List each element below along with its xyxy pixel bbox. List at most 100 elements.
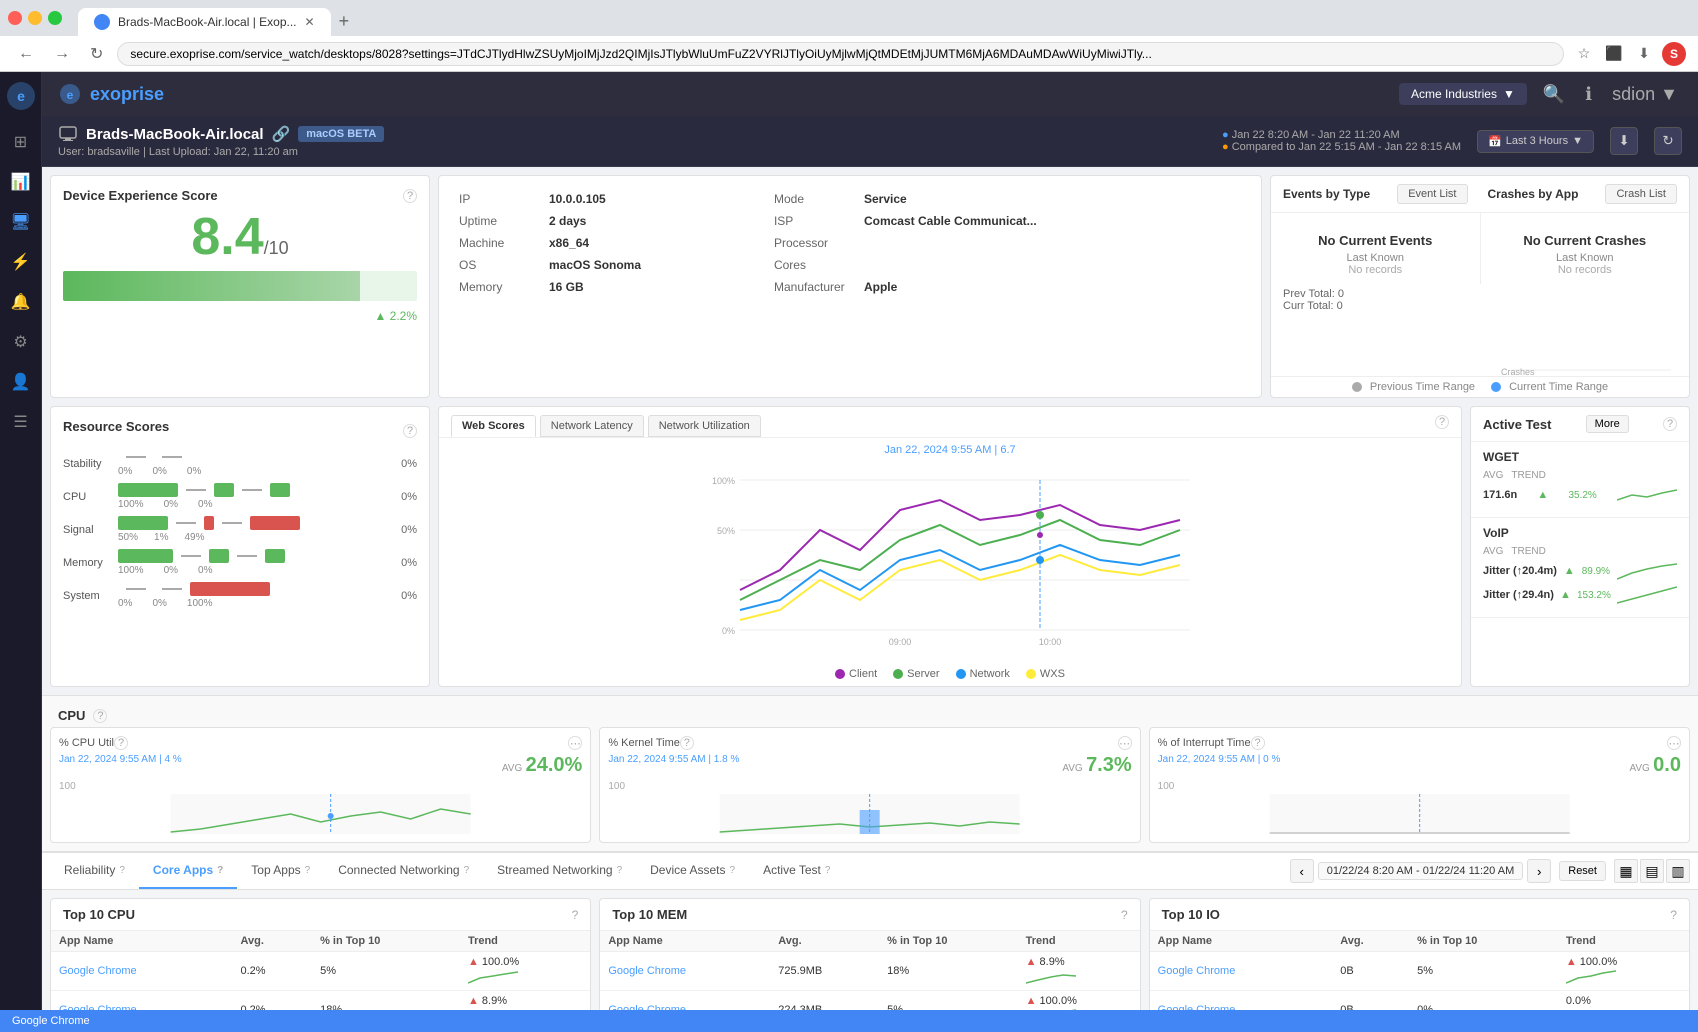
- mem-table-help[interactable]: ?: [1121, 908, 1128, 922]
- company-selector[interactable]: Acme Industries ▼: [1399, 83, 1527, 105]
- table-row: Google Chrome 0.2% 5% ▲ 100.0%: [51, 952, 590, 991]
- event-list-button[interactable]: Event List: [1397, 184, 1467, 204]
- io-table-header-row: App Name Avg. % in Top 10 Trend: [1150, 931, 1689, 952]
- cpu-app-link-1[interactable]: Google Chrome: [59, 965, 137, 977]
- reliability-help[interactable]: ?: [119, 865, 125, 876]
- device-assets-help[interactable]: ?: [730, 865, 736, 876]
- user-menu-button[interactable]: sdion ▼: [1608, 80, 1682, 109]
- tab-active-test[interactable]: Active Test ?: [749, 853, 844, 889]
- tab-connected-networking[interactable]: Connected Networking ?: [324, 853, 483, 889]
- minimize-button[interactable]: [28, 11, 42, 25]
- resource-row-memory: Memory 100%: [63, 549, 417, 576]
- curr-total: Curr Total: 0: [1283, 300, 1677, 312]
- content-area[interactable]: Device Experience Score ? 8.4/10 ▲ 2.2%: [42, 167, 1698, 1010]
- chevron-down-icon: ▼: [1572, 135, 1583, 147]
- refresh-button[interactable]: ↻: [84, 42, 109, 66]
- tab-device-assets[interactable]: Device Assets ?: [636, 853, 749, 889]
- wget-title: WGET: [1483, 450, 1677, 464]
- signal-val1: 50%: [118, 532, 138, 543]
- date-next-button[interactable]: ›: [1527, 859, 1551, 883]
- reset-button[interactable]: Reset: [1559, 861, 1606, 881]
- sidebar-item-alert[interactable]: 🔔: [3, 284, 39, 320]
- cpu-bar-2: [214, 483, 234, 497]
- sidebar-item-users[interactable]: 👤: [3, 364, 39, 400]
- view-table-button[interactable]: ▥: [1666, 859, 1690, 883]
- active-test-help-icon[interactable]: ?: [1663, 417, 1677, 431]
- io-app-link-1[interactable]: Google Chrome: [1158, 965, 1236, 977]
- tab-streamed-networking[interactable]: Streamed Networking ?: [483, 853, 636, 889]
- extensions-icon[interactable]: ⬛: [1602, 42, 1626, 66]
- score-help-icon[interactable]: ?: [403, 189, 417, 203]
- sidebar-item-home[interactable]: ⊞: [3, 124, 39, 160]
- back-button[interactable]: ←: [12, 43, 40, 65]
- url-input[interactable]: [117, 42, 1564, 66]
- bookmark-icon[interactable]: ☆: [1572, 42, 1596, 66]
- tab-network-utilization[interactable]: Network Utilization: [648, 415, 761, 437]
- mem-col-trend: Trend: [1018, 931, 1140, 952]
- time-range-2-text: Compared to Jan 22 5:15 AM - Jan 22 8:15…: [1232, 141, 1461, 153]
- connected-networking-help[interactable]: ?: [464, 865, 470, 876]
- info-value-ip: 10.0.0.105: [541, 188, 766, 210]
- kernel-time-help[interactable]: ?: [680, 736, 694, 750]
- wget-avg-val: 171.6n: [1483, 489, 1517, 501]
- active-test-help[interactable]: ?: [825, 865, 831, 876]
- new-tab-button[interactable]: +: [331, 7, 358, 36]
- tab-web-scores[interactable]: Web Scores: [451, 415, 536, 437]
- info-button[interactable]: ℹ: [1581, 80, 1596, 109]
- sidebar-item-chart[interactable]: 📊: [3, 164, 39, 200]
- streamed-networking-help[interactable]: ?: [617, 865, 623, 876]
- signal-dash: [176, 522, 196, 524]
- interrupt-time-action[interactable]: ⋯: [1667, 736, 1681, 750]
- no-current-events: No Current Events: [1279, 233, 1472, 248]
- sidebar-item-settings[interactable]: ⚙: [3, 324, 39, 360]
- tab-top-apps[interactable]: Top Apps ?: [237, 853, 324, 889]
- forward-button[interactable]: →: [48, 43, 76, 65]
- download-action-button[interactable]: ⬇: [1610, 127, 1638, 155]
- maximize-button[interactable]: [48, 11, 62, 25]
- cpu-col-app: App Name: [51, 931, 232, 952]
- info-label-processor: Processor: [766, 232, 856, 254]
- time-range-1-text: Jan 22 8:20 AM - Jan 22 11:20 AM: [1232, 129, 1400, 141]
- view-grid-button[interactable]: ▦: [1614, 859, 1638, 883]
- sidebar-item-monitor[interactable]: 🖥: [3, 204, 39, 240]
- chart-legend: Client Server Network: [439, 662, 1461, 686]
- app-container: e ⊞ 📊 🖥 ⚡ 🔔 ⚙ 👤 ☰ e exopr: [0, 72, 1698, 1010]
- time-range-button[interactable]: 📅 Last 3 Hours ▼: [1477, 130, 1594, 153]
- tab-core-apps[interactable]: Core Apps ?: [139, 853, 237, 889]
- profile-icon[interactable]: S: [1662, 42, 1686, 66]
- tab-reliability[interactable]: Reliability ?: [50, 853, 139, 889]
- download-icon[interactable]: ⬇: [1632, 42, 1656, 66]
- cpu-util-help[interactable]: ?: [114, 736, 128, 750]
- search-button[interactable]: 🔍: [1539, 80, 1569, 109]
- active-tab[interactable]: Brads-MacBook-Air.local | Exop... ✕: [78, 8, 331, 36]
- svg-text:100%: 100%: [712, 476, 735, 486]
- active-test-more-button[interactable]: More: [1586, 415, 1629, 433]
- cpu-bars: 100% 0% 0%: [118, 483, 387, 510]
- crash-list-button[interactable]: Crash List: [1605, 184, 1677, 204]
- jitter2-val: Jitter (↑29.4n): [1483, 589, 1554, 601]
- view-list-button[interactable]: ▤: [1640, 859, 1664, 883]
- kernel-time-action[interactable]: ⋯: [1118, 736, 1132, 750]
- resource-scores-help[interactable]: ?: [403, 424, 417, 438]
- sidebar-item-gauge[interactable]: ⚡: [3, 244, 39, 280]
- interrupt-time-help[interactable]: ?: [1251, 736, 1265, 750]
- io-table-help[interactable]: ?: [1670, 908, 1677, 922]
- tab-network-latency[interactable]: Network Latency: [540, 415, 644, 437]
- chart-help-icon[interactable]: ?: [1435, 415, 1449, 429]
- mem-app-link-1[interactable]: Google Chrome: [608, 965, 686, 977]
- top-apps-label: Top Apps: [251, 863, 300, 877]
- cpu-table-help[interactable]: ?: [572, 908, 579, 922]
- info-label-machine: Machine: [451, 232, 541, 254]
- cpu-col-avg: Avg.: [232, 931, 312, 952]
- cpu-help-icon[interactable]: ?: [93, 709, 107, 723]
- cpu-util-action2[interactable]: ⋯: [568, 736, 582, 750]
- core-apps-help[interactable]: ?: [217, 865, 223, 876]
- kernel-time-header: % Kernel Time ? ⋯: [608, 736, 1131, 750]
- tab-close-button[interactable]: ✕: [305, 15, 315, 29]
- close-button[interactable]: [8, 11, 22, 25]
- date-prev-button[interactable]: ‹: [1290, 859, 1314, 883]
- refresh-action-button[interactable]: ↻: [1654, 127, 1682, 155]
- sidebar-item-list[interactable]: ☰: [3, 404, 39, 440]
- browser-frame: Brads-MacBook-Air.local | Exop... ✕ + ← …: [0, 0, 1698, 1032]
- top-apps-help[interactable]: ?: [305, 865, 311, 876]
